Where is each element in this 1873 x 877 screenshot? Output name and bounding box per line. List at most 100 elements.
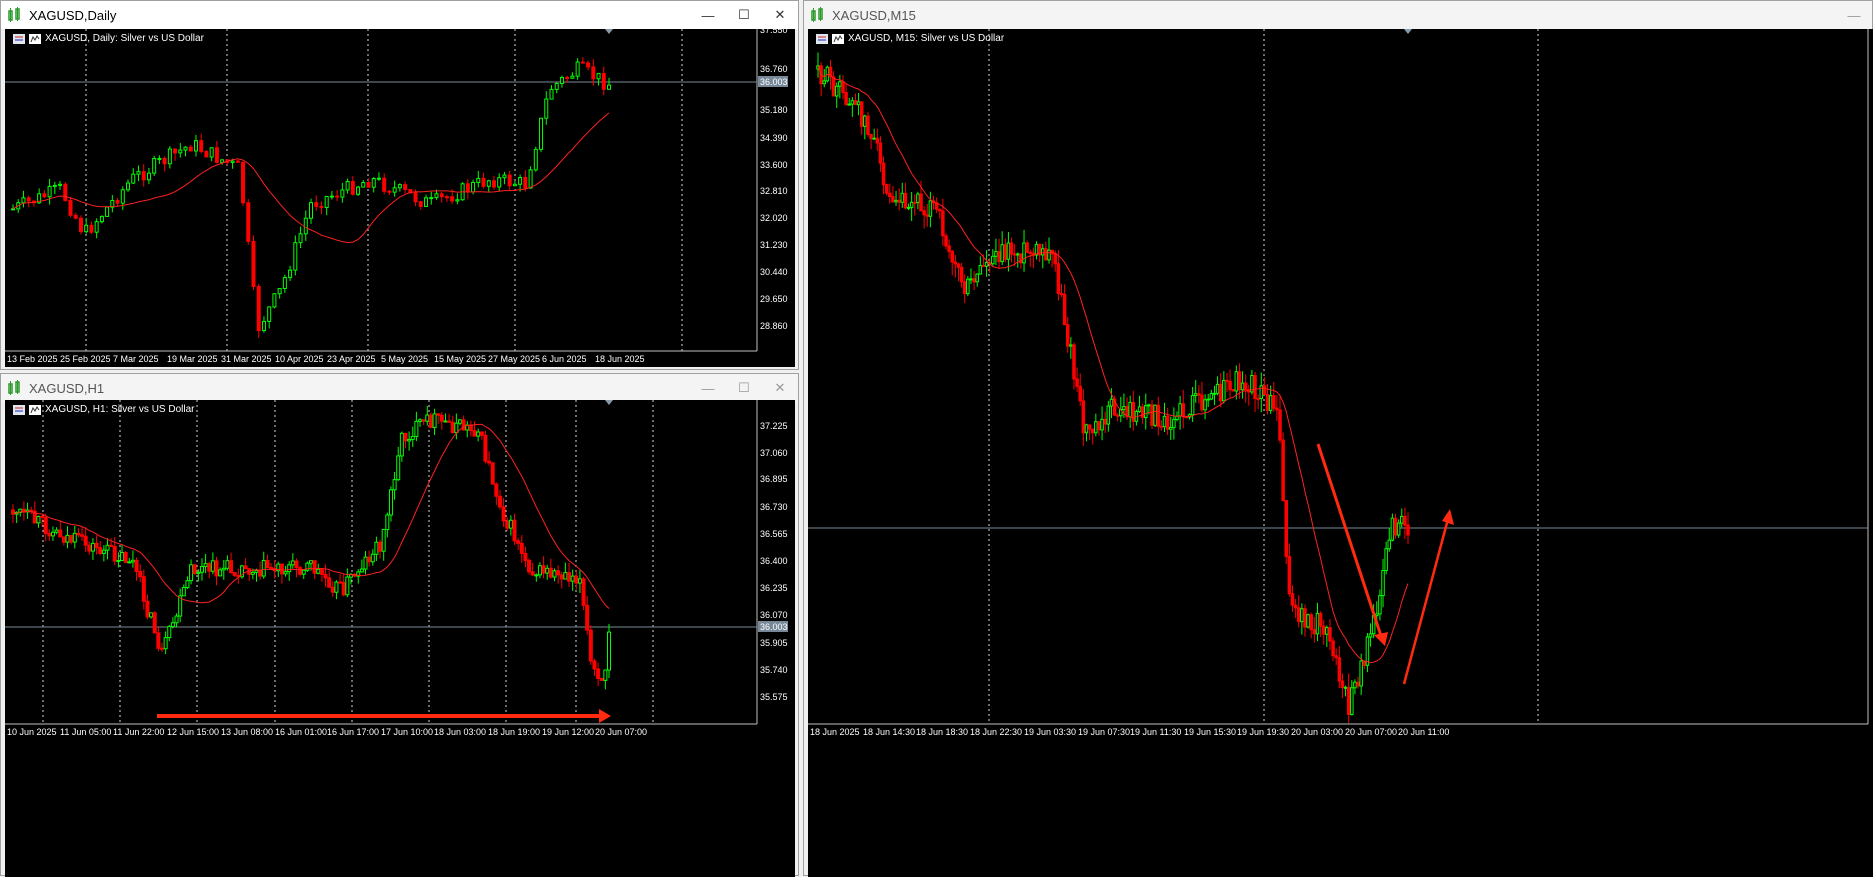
candle-body bbox=[1381, 570, 1385, 597]
candle-body bbox=[1406, 524, 1410, 536]
price-label: 36.003 bbox=[760, 77, 788, 87]
annotation-arrow bbox=[1316, 443, 1384, 640]
candle-body bbox=[36, 515, 41, 524]
candle-body bbox=[298, 233, 303, 244]
candle-body bbox=[866, 115, 870, 135]
candle-body bbox=[314, 202, 319, 207]
candle-body bbox=[309, 560, 313, 564]
candle-body bbox=[116, 560, 121, 563]
candle-body bbox=[1090, 428, 1095, 434]
candle-body bbox=[210, 560, 215, 572]
price-chart: 18 Jun 2025 18 Jun 14:30 18 Jun 18:30 18 Ju… bbox=[808, 29, 1869, 737]
candle-body bbox=[577, 578, 582, 584]
minimize-button[interactable]: — bbox=[1836, 1, 1872, 29]
candle-body bbox=[52, 184, 57, 187]
window-titlebar[interactable]: XAGUSD,Daily — ☐ ✕ bbox=[1, 1, 798, 29]
chart-area-m15[interactable]: 18 Jun 2025 18 Jun 14:30 18 Jun 18:30 18 Ju… bbox=[808, 29, 1873, 877]
close-button[interactable]: ✕ bbox=[762, 1, 798, 29]
candle-body bbox=[1016, 253, 1020, 256]
maximize-button[interactable]: ☐ bbox=[726, 1, 762, 29]
price-label: 36.003 bbox=[760, 622, 788, 632]
time-label: 15 May 2025 bbox=[434, 354, 486, 364]
candle-body bbox=[570, 75, 575, 79]
candle-body bbox=[596, 668, 601, 680]
candle-body bbox=[413, 192, 418, 203]
candle-body bbox=[1006, 242, 1011, 260]
chart-area-daily[interactable]: 37.550 36.760 36.003 35.180 34.390 33.600 32.8… bbox=[5, 29, 795, 367]
candle-body bbox=[1140, 406, 1145, 419]
window-daily[interactable]: XAGUSD,Daily — ☐ ✕ 37.550 36.760 36.003 35.… bbox=[0, 0, 799, 370]
period-marker bbox=[1404, 29, 1412, 34]
candle-body bbox=[530, 571, 535, 576]
candle-body bbox=[1075, 378, 1079, 387]
candle-body bbox=[950, 250, 954, 263]
close-button[interactable]: ✕ bbox=[762, 374, 798, 402]
chart-window-icon bbox=[8, 7, 20, 22]
price-label: 36.895 bbox=[760, 474, 788, 484]
candle-body bbox=[42, 193, 47, 198]
candle-body bbox=[298, 567, 303, 575]
candle-body bbox=[341, 581, 346, 596]
candle-body bbox=[1390, 517, 1395, 541]
price-label: 28.860 bbox=[760, 321, 788, 331]
candle-body bbox=[966, 278, 970, 295]
candle-body bbox=[834, 85, 839, 97]
candle-body bbox=[149, 612, 154, 618]
window-m15[interactable]: XAGUSD,M15 — 18 Jun 2025 18 Jun 14:30 18 J… bbox=[803, 0, 1873, 877]
candle-body bbox=[838, 81, 842, 87]
chart-area-h1[interactable]: 37.225 37.060 36.895 36.730 36.565 36.400 36.2… bbox=[5, 400, 795, 877]
candle-body bbox=[1209, 393, 1214, 400]
minimize-button[interactable]: — bbox=[690, 1, 726, 29]
candle-body bbox=[1053, 253, 1057, 265]
candle-body bbox=[112, 545, 117, 562]
window-h1[interactable]: XAGUSD,H1 — ☐ ✕ 37.225 37.060 36.895 36.730… bbox=[0, 373, 799, 877]
candle-body bbox=[72, 532, 77, 543]
candle-body bbox=[403, 432, 408, 442]
candle-body bbox=[570, 575, 575, 582]
candle-body bbox=[105, 206, 110, 217]
window-titlebar[interactable]: XAGUSD,M15 — bbox=[804, 1, 1872, 29]
candle-body bbox=[1396, 522, 1401, 536]
candle-body bbox=[900, 192, 905, 203]
candle-body bbox=[334, 581, 339, 593]
candle-body bbox=[1062, 293, 1067, 326]
candle-body bbox=[1328, 627, 1332, 642]
candle-body bbox=[232, 572, 237, 576]
candle-body bbox=[414, 420, 419, 437]
minimize-button[interactable]: — bbox=[690, 374, 726, 402]
candle-body bbox=[1184, 416, 1189, 419]
candle-body bbox=[134, 559, 139, 573]
candle-body bbox=[869, 133, 873, 140]
candle-body bbox=[476, 177, 481, 183]
candle-body bbox=[241, 161, 246, 204]
candle-body bbox=[841, 81, 845, 94]
time-label: 5 May 2025 bbox=[381, 354, 428, 364]
price-label: 36.730 bbox=[760, 502, 788, 512]
price-label: 35.740 bbox=[760, 665, 788, 675]
candle-body bbox=[78, 217, 83, 233]
candle-body bbox=[1356, 681, 1360, 687]
maximize-button[interactable]: ☐ bbox=[726, 374, 762, 402]
candle-body bbox=[94, 221, 99, 233]
candle-body bbox=[1165, 415, 1170, 430]
candle-body bbox=[203, 563, 208, 567]
candle-body bbox=[1268, 395, 1273, 411]
candle-body bbox=[392, 187, 397, 193]
candle-body bbox=[90, 542, 95, 552]
candle-body bbox=[1303, 608, 1307, 628]
candle-body bbox=[508, 519, 513, 529]
annotation-arrow bbox=[1402, 518, 1450, 685]
chart-mode-icon bbox=[29, 33, 41, 44]
time-label: 31 Mar 2025 bbox=[221, 354, 272, 364]
candle-body bbox=[850, 100, 855, 105]
candle-body bbox=[548, 567, 553, 578]
candle-body bbox=[465, 183, 470, 193]
candle-body bbox=[875, 137, 880, 144]
chart-header: XAGUSD, Daily: Silver vs US Dollar bbox=[13, 33, 204, 44]
candle-body bbox=[43, 516, 48, 534]
window-titlebar[interactable]: XAGUSD,H1 — ☐ ✕ bbox=[1, 374, 798, 402]
chart-symbol-label: XAGUSD, M15: Silver vs US Dollar bbox=[848, 33, 1005, 44]
candle-body bbox=[192, 564, 197, 575]
candle-body bbox=[374, 541, 379, 555]
candle-body bbox=[575, 61, 580, 77]
